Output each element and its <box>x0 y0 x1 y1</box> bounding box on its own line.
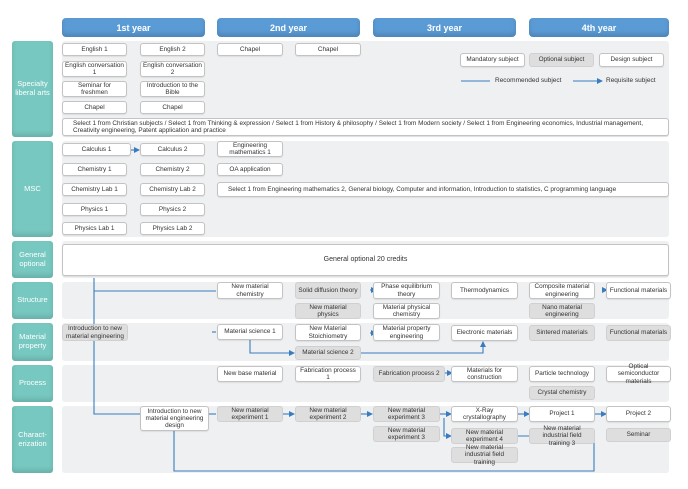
course-seminar-freshmen: Seminar for freshmen <box>62 81 127 97</box>
course-intro-new-material-engineering-design: Introduction to new material engineering… <box>140 406 209 431</box>
course-intro-new-material-engineering: Introduction to new material engineering <box>62 324 128 341</box>
course-functional-materials-2: Functional materials <box>606 325 671 341</box>
course-physics-lab-2: Physics Lab 2 <box>140 222 205 235</box>
course-chapel-y2b: Chapel <box>295 43 361 56</box>
course-chapel-y2a: Chapel <box>217 43 283 56</box>
course-project-1: Project 1 <box>529 406 595 422</box>
course-fabrication-process-2: Fabrication process 2 <box>373 366 445 382</box>
course-new-material-experiment-4: New material experiment 4 <box>451 428 518 444</box>
course-english-conversation-1: English conversation 1 <box>62 61 127 77</box>
course-new-base-material: New base material <box>217 366 283 382</box>
course-new-material-experiment-3b: New material experiment 3 <box>373 426 440 442</box>
course-oa-application: OA application <box>217 163 283 176</box>
course-crystal-chemistry: Crystal chemistry <box>529 386 595 400</box>
course-calculus-2: Calculus 2 <box>140 143 205 156</box>
legend-optional: Optional subject <box>529 53 594 67</box>
course-composite-material-engineering: Composite material engineering <box>529 282 595 299</box>
course-new-material-stoichiometry: New Material Stoichiometry <box>295 324 361 341</box>
course-physics-lab-1: Physics Lab 1 <box>62 222 127 235</box>
course-new-material-experiment-1: New material experiment 1 <box>217 406 283 422</box>
course-chemistry-lab-1: Chemistry Lab 1 <box>62 183 127 196</box>
specialty-select-line: Select 1 from Christian subjects / Selec… <box>62 118 669 136</box>
course-optical-semiconductor-materials: Optical semiconductor materials <box>606 363 671 385</box>
course-chemistry-2: Chemistry 2 <box>140 163 205 176</box>
legend-mandatory: Mandatory subject <box>460 53 525 67</box>
legend-design: Design subject <box>599 53 664 67</box>
arrow-ms2 <box>249 340 295 356</box>
general-optional-credits: General optional 20 credits <box>62 244 669 276</box>
course-material-science-1: Material science 1 <box>217 324 283 340</box>
course-material-property-engineering: Material property engineering <box>373 324 440 341</box>
legend-recommended-label: Recommended subject <box>495 77 562 84</box>
course-new-material-chemistry: New material chemistry <box>217 282 283 299</box>
course-physics-1: Physics 1 <box>62 203 127 216</box>
course-english-1: English 1 <box>62 43 127 56</box>
course-materials-for-construction: Materials for construction <box>451 366 518 382</box>
course-industrial-field-training: New material industrial field training <box>451 444 518 466</box>
course-chapel-y1b: Chapel <box>140 101 205 114</box>
course-project-2: Project 2 <box>606 406 671 422</box>
course-engineering-mathematics-1: Engineering mathematics 1 <box>217 141 283 157</box>
course-solid-diffusion-theory: Solid diffusion theory <box>295 282 361 299</box>
course-chemistry-1: Chemistry 1 <box>62 163 127 176</box>
course-particle-technology: Particle technology <box>529 366 595 382</box>
course-sintered-materials: Sintered materials <box>529 325 595 341</box>
course-electronic-materials: Electronic materials <box>451 325 518 341</box>
course-industrial-field-training-3: New material industrial field training 3 <box>529 425 595 447</box>
curriculum-diagram: 1st year 2nd year 3rd year 4th year Spec… <box>0 0 688 489</box>
course-phase-equilibrium-theory: Phase equilibrium theory <box>373 282 440 299</box>
course-intro-bible: Introduction to the Bible <box>140 81 205 97</box>
arrow-electronic <box>361 341 486 354</box>
course-english-2: English 2 <box>140 43 205 56</box>
legend-requisite-label: Requisite subject <box>606 77 656 84</box>
course-new-material-experiment-2: New material experiment 2 <box>295 406 361 422</box>
course-new-material-physics: New material physics <box>295 303 361 319</box>
course-thermodynamics: Thermodynamics <box>451 282 518 299</box>
course-seminar: Seminar <box>606 428 671 442</box>
arrow-exp4 <box>443 418 452 439</box>
course-english-conversation-2: English conversation 2 <box>140 61 205 77</box>
course-x-ray-crystallography: X-Ray crystallography <box>451 406 518 422</box>
course-physics-2: Physics 2 <box>140 203 205 216</box>
course-new-material-experiment-3a: New material experiment 3 <box>373 406 440 422</box>
course-fabrication-process-1: Fabrication process 1 <box>295 366 361 382</box>
course-calculus-1: Calculus 1 <box>62 143 131 156</box>
line-intro-tree <box>93 278 140 415</box>
course-material-science-2: Material science 2 <box>295 346 361 360</box>
course-chapel-y1a: Chapel <box>62 101 127 114</box>
course-material-physical-chemistry: Material physical chemistry <box>373 303 440 319</box>
msc-select-line: Select 1 from Engineering mathematics 2,… <box>217 182 669 197</box>
course-chemistry-lab-2: Chemistry Lab 2 <box>140 183 205 196</box>
course-functional-materials: Functional materials <box>606 282 671 299</box>
course-nano-material-engineering: Nano material engineering <box>529 303 595 319</box>
